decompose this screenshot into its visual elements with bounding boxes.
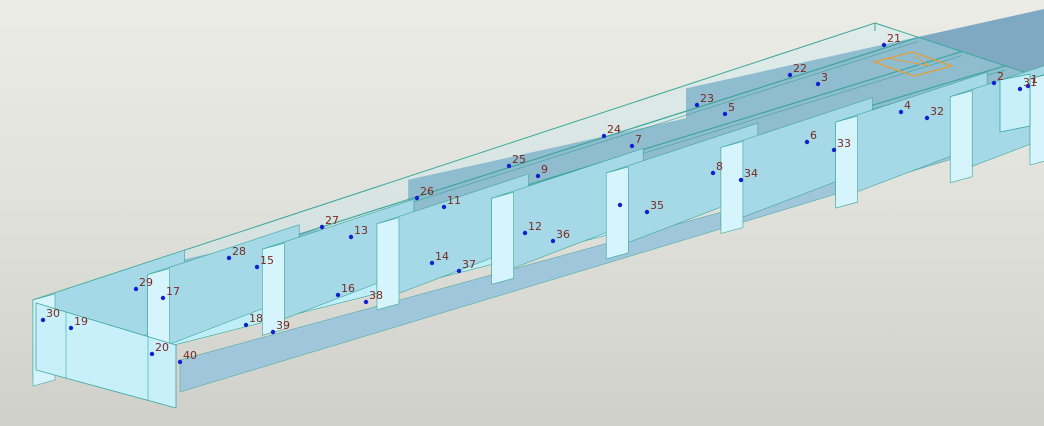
- node-label: 39: [276, 319, 290, 332]
- node-label: 34: [744, 167, 758, 180]
- node-point: [722, 111, 728, 117]
- node-point: [831, 147, 837, 153]
- rib-end-face: [491, 191, 514, 285]
- node-label: 3: [821, 71, 828, 84]
- node-label: 13: [354, 224, 368, 237]
- node-point: [804, 139, 810, 145]
- node-point: [429, 260, 435, 266]
- node-point: [710, 170, 716, 176]
- node-label: 30: [46, 307, 60, 320]
- node-label: 36: [556, 228, 570, 241]
- node-point: [694, 102, 700, 108]
- node-label: 6: [810, 129, 817, 142]
- node-label: 37: [462, 258, 476, 271]
- node-label: 19: [74, 315, 88, 328]
- node-point: [601, 133, 607, 139]
- node-label: 31: [1023, 76, 1037, 89]
- node-point: [319, 224, 325, 230]
- node-point: [898, 109, 904, 115]
- node-point: [522, 230, 528, 236]
- node-label: 23: [700, 92, 714, 105]
- node-point: [149, 351, 155, 357]
- node-label: 27: [325, 214, 339, 227]
- node-label: 15: [260, 254, 274, 267]
- node-point: [68, 325, 74, 331]
- node-label: 18: [249, 312, 263, 325]
- node-label: 32: [930, 105, 944, 118]
- node-point: [924, 115, 930, 121]
- rib-end-face: [949, 90, 973, 184]
- node-label: 40: [183, 349, 197, 362]
- node-label: 38: [369, 289, 383, 302]
- node-point: [40, 317, 46, 323]
- node-point: [348, 234, 354, 240]
- node-point: [335, 292, 341, 298]
- node-point: [506, 163, 512, 169]
- node-label: 8: [716, 160, 723, 173]
- node-label: 11: [447, 194, 461, 207]
- node-point: [644, 209, 650, 215]
- node-label: 35: [650, 199, 664, 212]
- node-point: [456, 268, 462, 274]
- node-label: 28: [232, 245, 246, 258]
- node-point: [535, 173, 541, 179]
- rib-end-face: [835, 115, 858, 209]
- rib-end-face: [605, 166, 629, 260]
- node-point: [617, 202, 623, 208]
- structural-model-view[interactable]: 1234567891112131415161718192021222324252…: [0, 0, 1044, 426]
- node-label: 29: [139, 276, 153, 289]
- node-label: 33: [837, 137, 851, 150]
- node-label: 12: [528, 220, 542, 233]
- node-point: [363, 299, 369, 305]
- node-label: 14: [435, 250, 449, 263]
- node-point: [1017, 86, 1023, 92]
- node-label: 20: [155, 341, 169, 354]
- node-point: [787, 72, 793, 78]
- node-point: [270, 329, 276, 335]
- node-label: 25: [512, 153, 526, 166]
- node-point: [441, 204, 447, 210]
- node-label: 5: [728, 101, 735, 114]
- node-point: [414, 195, 420, 201]
- rib-end-face: [720, 141, 744, 234]
- node-point: [177, 359, 183, 365]
- node-label: 24: [607, 123, 621, 136]
- node-point: [160, 295, 166, 301]
- node-point: [629, 143, 635, 149]
- node-label: 4: [904, 99, 911, 112]
- node-label: 22: [793, 62, 807, 75]
- node-label: 7: [635, 133, 642, 146]
- node-point: [991, 80, 997, 86]
- node-label: 2: [997, 70, 1004, 83]
- node-point: [881, 42, 887, 48]
- node-label: 26: [420, 185, 434, 198]
- node-label: 9: [541, 163, 548, 176]
- node-point: [550, 238, 556, 244]
- node-label: 17: [166, 285, 180, 298]
- node-point: [815, 81, 821, 87]
- node-point: [738, 177, 744, 183]
- node-point: [254, 264, 260, 270]
- node-point: [243, 322, 249, 328]
- 3d-viewport[interactable]: 1 2 3 4 5 6 7 8 9 11 12 13 14 15 16 17 18 19 20 21 22 23 24 25 2…: [0, 0, 1044, 426]
- node-label: 21: [887, 32, 901, 45]
- node-point: [133, 286, 139, 292]
- node-point: [226, 255, 232, 261]
- node-label: 16: [341, 282, 355, 295]
